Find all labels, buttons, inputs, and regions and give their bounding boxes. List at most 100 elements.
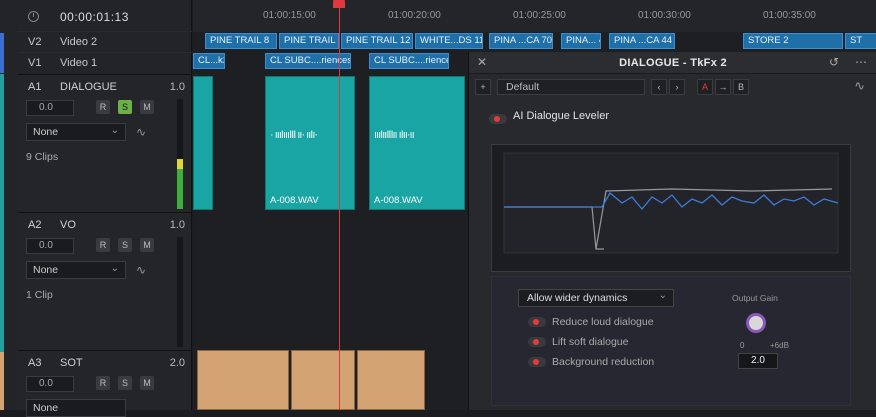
audio-clip[interactable] [193,76,213,210]
track-a2-volume: 1.0 [169,219,185,231]
playhead[interactable] [339,0,340,410]
solo-button[interactable]: S [118,100,132,114]
track-a3-preset-select[interactable]: None [26,399,126,417]
video-clip[interactable]: WHITE...DS 11 [415,33,483,49]
mute-button[interactable]: M [140,238,154,252]
track-a1-preset-select[interactable]: None ⌄ [26,123,126,141]
track-a2-id: A2 [28,219,42,231]
chevron-down-icon: ⌄ [110,263,119,274]
record-button[interactable]: R [96,238,110,252]
b-button[interactable]: B [733,79,749,95]
video-clip[interactable]: CL SUBC....riences [369,53,449,69]
plugin-enable-toggle[interactable] [489,114,507,124]
dynamics-mode-select[interactable]: Allow wider dynamics ⌄ [518,289,674,307]
timecode-display: 00:00:01:13 [60,10,129,24]
gain-max-label: +6dB [770,341,789,350]
track-v1-header[interactable]: V1 Video 1 [18,52,192,74]
video-clip[interactable]: ST [845,33,876,49]
track-v2-lane[interactable]: PINE TRAIL 8 PINE TRAIL 5 PINE TRAIL 12 … [193,33,876,53]
audio-clip[interactable]: · ıııIıııIII ıı· ııIı· A-008.WAV [265,76,355,210]
video-clip[interactable]: PINA ...CA 70 [489,33,553,49]
waveform: ıııIııIIIıı ıIıı·ıı [374,129,415,141]
lift-soft-toggle[interactable] [528,337,546,347]
record-button[interactable]: R [96,376,110,390]
audio-clip-label: A-008.WAV [374,195,423,206]
sot-clip[interactable] [291,350,355,410]
waveform: · ıııIıııIII ıı· ııIı· [270,129,318,141]
reset-icon[interactable]: ↺ [829,55,839,69]
waveform-icon[interactable]: ∿ [854,78,865,94]
track-a2-preset-select[interactable]: None ⌄ [26,261,126,279]
lift-soft-label: Lift soft dialogue [552,336,629,348]
sot-clip[interactable] [197,350,289,410]
audio-clip[interactable]: ıııIııIIIıı ıIıı·ıı A-008.WAV [369,76,465,210]
preset-value: None [33,264,59,276]
track-v1-id: V1 [28,57,42,69]
audio-meter [177,99,183,209]
ruler-label: 01:00:30:00 [638,10,691,21]
output-gain-knob[interactable] [746,313,766,333]
track-v2-header[interactable]: V2 Video 2 [18,31,192,53]
ruler-label: 01:00:25:00 [513,10,566,21]
timeline-ruler[interactable]: 01:00:15:00 01:00:20:00 01:00:25:00 01:0… [193,0,876,32]
track-a1-name[interactable]: DIALOGUE [60,81,117,93]
video-clip[interactable]: STORE 2 [743,33,843,49]
preset-select[interactable]: Default [497,79,645,95]
fx-panel-titlebar: ✕ DIALOGUE - TkFx 2 ↺ ⋯ [469,52,876,74]
more-icon[interactable]: ⋯ [855,55,867,69]
next-preset-button[interactable]: › [669,79,685,95]
leveler-graph-svg [492,145,850,271]
track-a2-header: A2 VO 1.0 0.0 R S M None ⌄ ∿ 1 Clip [18,212,192,350]
track-a3-header: A3 SOT 2.0 0.0 R S M None [18,350,192,417]
waveform-icon[interactable]: ∿ [136,263,146,277]
track-v2-id: V2 [28,36,42,48]
track-a2-db[interactable]: 0.0 [26,238,74,254]
video-clip[interactable]: CL...k2 [193,53,225,69]
track-a1-db[interactable]: 0.0 [26,100,74,116]
playhead-handle[interactable] [333,0,345,8]
reduce-loud-toggle[interactable] [528,317,546,327]
a-button[interactable]: A [697,79,713,95]
audio-meter [177,237,183,347]
video-clip[interactable]: PINE TRAIL 5 [279,33,339,49]
video-clip[interactable]: PINE TRAIL 12 [341,33,413,49]
output-gain-label: Output Gain [732,293,778,303]
waveform-icon[interactable]: ∿ [136,125,146,139]
track-a1-header: A1 DIALOGUE 1.0 0.0 R S M None ⌄ ∿ 9 Clip… [18,74,192,212]
track-a3-volume: 2.0 [169,357,185,369]
leveler-controls: Allow wider dynamics ⌄ Reduce loud dialog… [491,276,851,406]
audio-color-bar [0,74,4,352]
sot-clip[interactable] [357,350,425,410]
track-a2-name[interactable]: VO [60,219,76,231]
video-clip[interactable]: PINA... 48 [561,33,601,49]
video-clip[interactable]: PINE TRAIL 8 [205,33,277,49]
track-a3-db[interactable]: 0.0 [26,376,74,392]
video-clip[interactable]: PINA ...CA 44 [609,33,675,49]
solo-button[interactable]: S [118,376,132,390]
prev-preset-button[interactable]: ‹ [651,79,667,95]
preset-value: None [33,402,59,414]
copy-ab-icon[interactable]: → [715,79,731,95]
gain-min-label: 0 [740,341,745,350]
chevron-down-icon: ⌄ [658,290,667,301]
track-color-strip [0,0,18,410]
chevron-down-icon: ⌄ [110,125,119,136]
fx-panel-title: DIALOGUE - TkFx 2 [619,57,727,69]
sot-color-bar [0,352,4,410]
track-v1-name: Video 1 [60,57,98,69]
solo-button[interactable]: S [118,238,132,252]
mute-button[interactable]: M [140,376,154,390]
ruler-label: 01:00:35:00 [763,10,816,21]
dynamics-mode-value: Allow wider dynamics [527,292,628,304]
leveler-graph [491,144,851,272]
background-reduction-toggle[interactable] [528,357,546,367]
preset-value: None [33,126,59,138]
preset-row: + Default ‹ › A → B ∿ [469,76,876,98]
mute-button[interactable]: M [140,100,154,114]
track-a1-volume: 1.0 [169,81,185,93]
record-button[interactable]: R [96,100,110,114]
output-gain-value[interactable]: 2.0 [738,353,778,369]
track-a3-name[interactable]: SOT [60,357,83,369]
add-preset-button[interactable]: + [475,79,491,95]
video-color-bar [0,33,4,73]
